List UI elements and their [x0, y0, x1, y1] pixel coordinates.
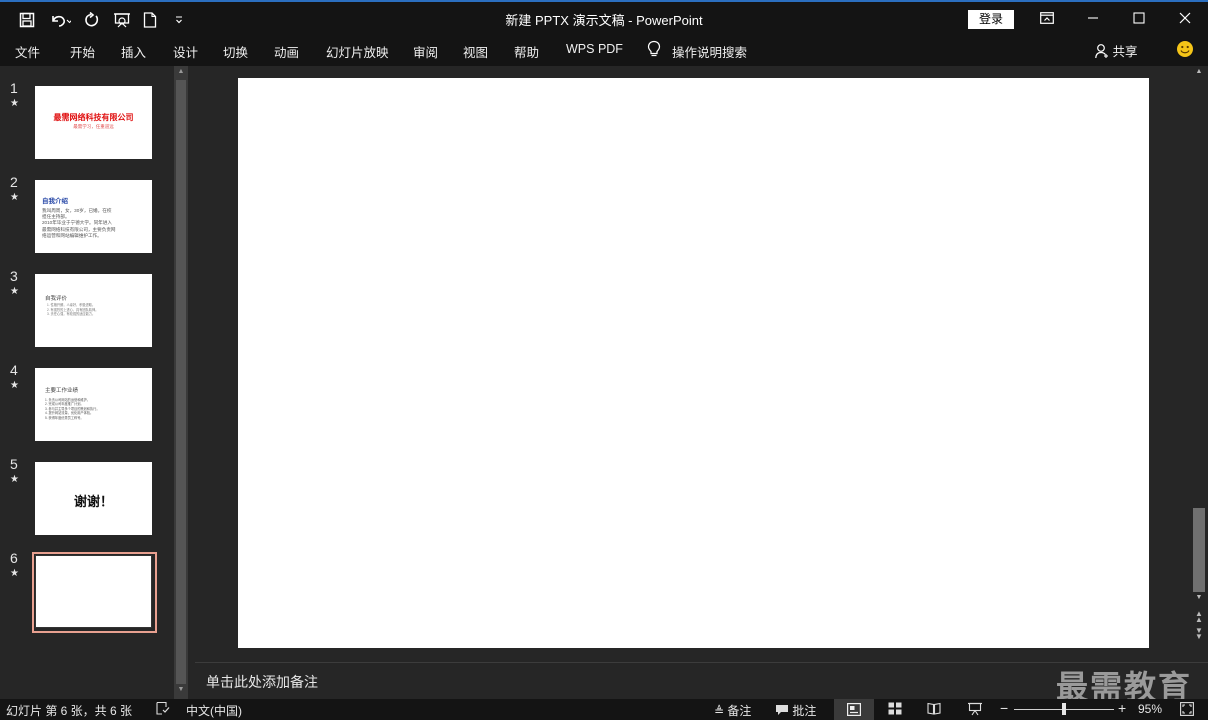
thumb-title: 主要工作业绩 [45, 388, 79, 394]
zoom-out-icon[interactable]: − [1000, 700, 1008, 716]
thumb-title: 自我介绍 [42, 198, 68, 205]
animation-star-icon: ★ [10, 192, 19, 203]
language-status[interactable]: 中文(中国) [186, 702, 242, 719]
person-icon [1095, 43, 1109, 62]
slide-sorter-icon[interactable] [888, 702, 902, 718]
slide-number: 6 [10, 550, 18, 566]
lightbulb-icon [647, 40, 661, 61]
normal-view-button[interactable] [834, 699, 874, 720]
menu-file[interactable]: 文件 [15, 42, 40, 61]
thumb-body: 1. 性格开朗，人缘好，积极进取。 2. 有强烈的上进心，具有团队精神。 3. 责任… [47, 303, 99, 317]
slide-number: 5 [10, 456, 18, 472]
undo-icon[interactable] [45, 7, 75, 33]
notes-label: 备注 [727, 704, 752, 718]
previous-slide-icon[interactable]: ▲ ▲ [1194, 610, 1204, 624]
animation-star-icon: ★ [10, 474, 19, 485]
slide-number: 2 [10, 174, 18, 190]
customize-icon[interactable] [166, 7, 192, 33]
slideshow-icon[interactable] [967, 702, 983, 719]
menu-wps-pdf[interactable]: WPS PDF [566, 42, 623, 56]
slide-thumbnail-6[interactable] [35, 555, 152, 628]
scroll-up-icon[interactable]: ▲ [176, 68, 186, 78]
scroll-thumb[interactable] [176, 80, 186, 684]
ribbon-display-icon[interactable] [1032, 8, 1062, 30]
tell-me-search[interactable]: 操作说明搜索 [672, 42, 747, 61]
menu-design[interactable]: 设计 [173, 42, 198, 61]
comments-label: 批注 [792, 704, 817, 718]
scroll-up-icon[interactable]: ▲ [1194, 68, 1204, 75]
next-slide-icon[interactable]: ▼ ▼ [1194, 627, 1204, 641]
slide-thumbnail-3[interactable]: 自我评价 1. 性格开朗，人缘好，积极进取。 2. 有强烈的上进心，具有团队精神。… [35, 274, 152, 347]
redo-icon[interactable] [79, 7, 105, 33]
menu-bar: 文件 开始 插入 设计 切换 动画 幻灯片放映 审阅 视图 帮助 WPS PDF… [0, 36, 1208, 66]
slide-thumbnail-2[interactable]: 自我介绍 我叫周周，女，30岁，已婚。在校 担任主持部。 2010年毕业于宁德大学… [35, 180, 152, 253]
reading-view-icon[interactable] [927, 702, 941, 718]
slide-thumbnail-4[interactable]: 主要工作业绩 1. 负责公司网站的运营和维护。 2. 完成公司年度推广计划。 3. … [35, 368, 152, 441]
slide-thumbnail-5[interactable]: 谢谢！ [35, 462, 152, 535]
new-file-icon[interactable] [137, 7, 163, 33]
thumb-title: 最需网络科技有限公司 [53, 113, 134, 122]
slide-count-status[interactable]: 幻灯片 第 6 张，共 6 张 [6, 702, 132, 719]
notes-toggle-button[interactable]: ≜ 备注 [714, 702, 751, 719]
notes-placeholder[interactable]: 单击此处添加备注 [206, 672, 318, 692]
minimize-icon[interactable] [1078, 8, 1108, 30]
thumbnail-scrollbar[interactable]: ▲ ▼ [174, 66, 188, 699]
menu-review[interactable]: 审阅 [413, 42, 438, 61]
thumb-title: 自我评价 [45, 296, 68, 302]
accessibility-icon[interactable] [155, 701, 170, 719]
share-label: 共享 [1112, 45, 1138, 59]
animation-star-icon: ★ [10, 98, 19, 109]
menu-help[interactable]: 帮助 [514, 42, 539, 61]
menu-transitions[interactable]: 切换 [223, 42, 248, 61]
thumb-body: 1. 负责公司网站的运营和维护。 2. 完成公司年度推广计划。 3. 参与并主导多个… [45, 398, 100, 420]
thumb-title: 谢谢！ [73, 494, 113, 509]
comment-icon [775, 704, 789, 719]
menu-insert[interactable]: 插入 [121, 42, 146, 61]
slide-number: 1 [10, 80, 18, 96]
menu-slideshow[interactable]: 幻灯片放映 [326, 42, 389, 61]
animation-star-icon: ★ [10, 568, 19, 579]
slide-number: 3 [10, 268, 18, 284]
share-button[interactable]: 共享 [1095, 41, 1138, 62]
fit-to-window-icon[interactable] [1180, 702, 1194, 719]
scroll-down-icon[interactable]: ▼ [1194, 594, 1204, 601]
slide-thumbnail-panel: 1 ★ 最需网络科技有限公司 最需学习，任重道远 2 ★ 自我介绍 我叫周周，女… [0, 66, 192, 699]
present-icon[interactable] [109, 7, 135, 33]
scroll-thumb[interactable] [1193, 508, 1205, 592]
save-icon[interactable] [14, 7, 40, 33]
animation-star-icon: ★ [10, 286, 19, 297]
thumb-subtitle: 最需学习，任重道远 [73, 124, 114, 129]
zoom-level[interactable]: 95% [1138, 702, 1162, 716]
comments-button[interactable]: 批注 [775, 702, 816, 719]
menu-view[interactable]: 视图 [463, 42, 488, 61]
maximize-icon[interactable] [1124, 8, 1154, 30]
smiley-icon[interactable] [1176, 40, 1194, 61]
menu-animations[interactable]: 动画 [274, 42, 299, 61]
editor-scrollbar[interactable]: ▲ ▼ ▲ ▲ ▼ ▼ [1190, 66, 1208, 662]
slide-canvas[interactable] [238, 78, 1149, 648]
animation-star-icon: ★ [10, 380, 19, 391]
notes-icon: ≜ [714, 704, 725, 718]
zoom-slider-thumb[interactable] [1062, 703, 1066, 715]
close-icon[interactable] [1170, 8, 1200, 30]
menu-home[interactable]: 开始 [70, 42, 95, 61]
thumb-body: 我叫周周，女，30岁，已婚。在校 担任主持部。 2010年毕业于宁德大学。同年进入… [42, 208, 116, 238]
slide-thumbnail-1[interactable]: 最需网络科技有限公司 最需学习，任重道远 [35, 86, 152, 159]
scroll-down-icon[interactable]: ▼ [176, 686, 186, 696]
slide-number: 4 [10, 362, 18, 378]
normal-view-icon [847, 703, 861, 716]
login-button[interactable]: 登录 [968, 10, 1014, 29]
title-bar: 新建 PPTX 演示文稿 - PowerPoint 登录 [0, 0, 1208, 36]
status-bar: 幻灯片 第 6 张，共 6 张 中文(中国) ≜ 备注 批注 − + 95% [0, 699, 1208, 720]
zoom-in-icon[interactable]: + [1118, 700, 1126, 716]
